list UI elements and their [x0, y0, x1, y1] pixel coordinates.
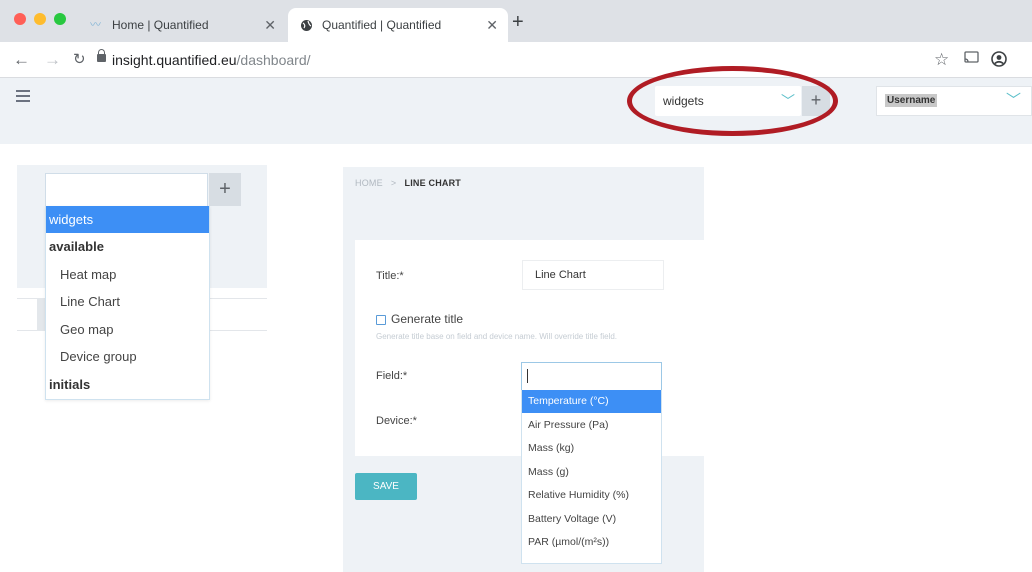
tab-label: Home | Quantified: [112, 18, 209, 32]
field-dropdown-list: Temperature (°C) Air Pressure (Pa) Mass …: [521, 390, 662, 564]
dropdown-group-available: available: [49, 239, 104, 254]
globe-icon: [300, 19, 314, 31]
device-label: Device:*: [376, 415, 417, 427]
bookmark-star-icon[interactable]: ☆: [934, 51, 949, 69]
text-caret: [527, 369, 528, 383]
field-option-battery-voltage[interactable]: Battery Voltage (V): [522, 508, 661, 531]
maximize-window-icon[interactable]: [54, 13, 66, 25]
dropdown-group-initials: initials: [49, 377, 91, 392]
title-input[interactable]: Line Chart: [522, 260, 664, 290]
field-option-temperature[interactable]: Temperature (°C): [522, 390, 661, 413]
hamburger-menu-icon[interactable]: [16, 90, 30, 102]
cast-icon[interactable]: [964, 51, 979, 69]
breadcrumb-separator: >: [390, 178, 397, 188]
tab-label: Quantified | Quantified: [322, 18, 442, 32]
quantified-logo-icon: 〰: [90, 19, 101, 31]
browser-tab-bar: 〰 Home | Quantified ✕ Quantified | Quant…: [0, 0, 1032, 42]
generate-title-label[interactable]: Generate title: [391, 312, 463, 326]
back-arrow-icon[interactable]: ←: [13, 50, 30, 70]
url-field[interactable]: insight.quantified.eu/dashboard/: [112, 51, 311, 69]
field-option-mass-g[interactable]: Mass (g): [522, 461, 661, 484]
title-label: Title:*: [376, 270, 404, 282]
breadcrumb-current: LINE CHART: [404, 178, 461, 188]
red-highlight-ellipse: [627, 66, 838, 136]
chevron-down-icon: ﹀: [1005, 92, 1021, 109]
field-option-mass-kg[interactable]: Mass (kg): [522, 437, 661, 460]
dashboard-search-input[interactable]: [45, 173, 208, 206]
user-select-value: Username: [885, 94, 938, 107]
dropdown-option-heat-map[interactable]: Heat map: [46, 261, 209, 288]
field-label: Field:*: [376, 370, 408, 382]
save-button[interactable]: SAVE: [355, 473, 417, 500]
new-tab-icon[interactable]: +: [512, 12, 524, 32]
dropdown-option-device-group[interactable]: Device group: [46, 343, 209, 370]
forward-arrow-icon[interactable]: →: [44, 50, 61, 70]
url-host: insight.quantified.eu: [112, 52, 237, 68]
field-option-relative-humidity[interactable]: Relative Humidity (%): [522, 484, 661, 507]
dashboard-dropdown-list: widgets available Heat map Line Chart Ge…: [45, 206, 210, 400]
minimize-window-icon[interactable]: [34, 13, 46, 25]
app-header: widgets ﹀ + Username ﹀: [0, 78, 1032, 144]
lock-icon: [97, 49, 106, 62]
generate-title-help: Generate title base on field and device …: [376, 332, 618, 341]
generate-title-checkbox[interactable]: [376, 315, 386, 325]
field-option-par[interactable]: PAR (µmol/(m²s)): [522, 531, 661, 554]
breadcrumb: HOME > LINE CHART: [355, 178, 461, 188]
dropdown-option-line-chart[interactable]: Line Chart: [46, 288, 209, 315]
user-select[interactable]: Username ﹀: [876, 86, 1032, 116]
field-select-input[interactable]: [521, 362, 662, 390]
dropdown-option-widgets[interactable]: widgets: [46, 206, 209, 233]
address-bar: ← → ↻ insight.quantified.eu/dashboard/ ☆: [0, 42, 1032, 78]
profile-icon[interactable]: [991, 51, 1007, 71]
close-window-icon[interactable]: [14, 13, 26, 25]
browser-tab-quantified[interactable]: Quantified | Quantified ✕: [288, 8, 508, 42]
dropdown-option-geo-map[interactable]: Geo map: [46, 316, 209, 343]
reload-icon[interactable]: ↻: [73, 50, 86, 70]
close-tab-icon[interactable]: ✕: [264, 8, 276, 42]
field-option-air-pressure[interactable]: Air Pressure (Pa): [522, 414, 661, 437]
browser-tab-home[interactable]: 〰 Home | Quantified ✕: [78, 8, 286, 42]
breadcrumb-home[interactable]: HOME: [355, 178, 383, 188]
url-path: /dashboard/: [236, 52, 311, 68]
add-dashboard-panel-button[interactable]: +: [209, 173, 241, 206]
close-tab-icon[interactable]: ✕: [486, 8, 498, 42]
